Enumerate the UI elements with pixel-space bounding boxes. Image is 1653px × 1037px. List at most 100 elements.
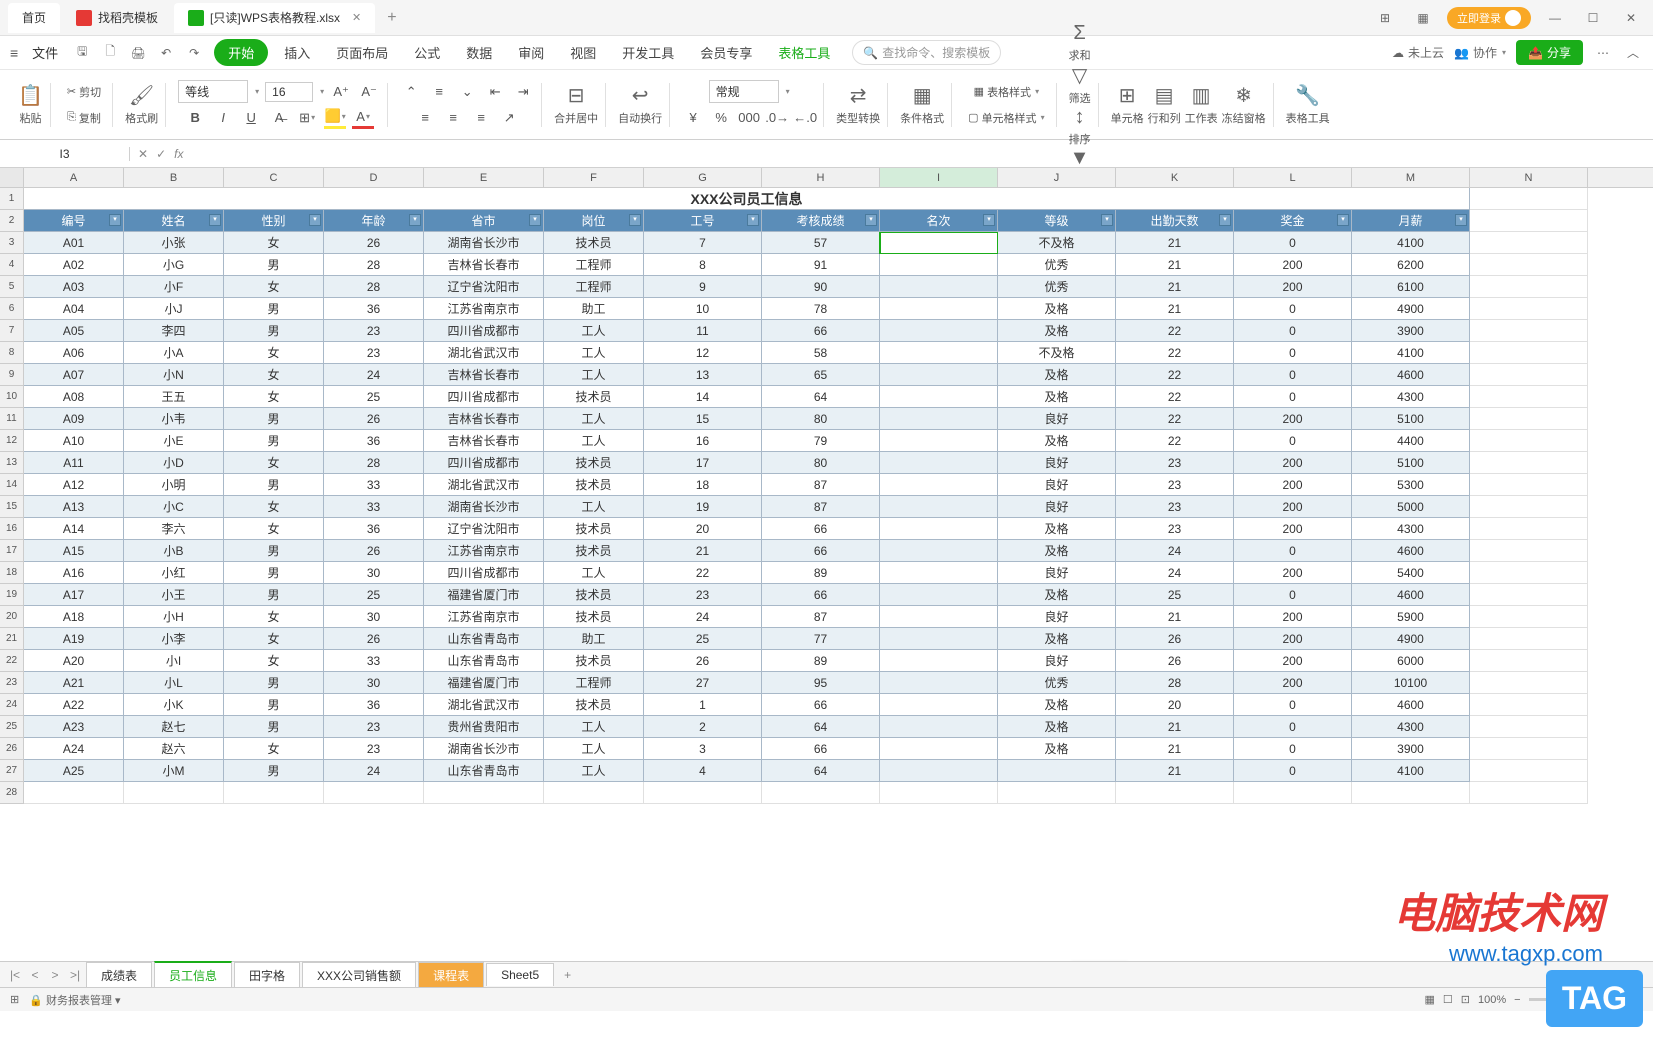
file-menu[interactable]: 文件: [26, 39, 64, 66]
cell[interactable]: [424, 782, 544, 804]
data-cell[interactable]: 0: [1234, 584, 1352, 606]
sheet-nav-next[interactable]: >: [46, 968, 64, 982]
data-cell[interactable]: [880, 452, 998, 474]
row-header[interactable]: 10: [0, 386, 24, 408]
copy-button[interactable]: ⎘复制: [63, 108, 105, 128]
cell[interactable]: [224, 782, 324, 804]
data-cell[interactable]: 3900: [1352, 320, 1470, 342]
data-cell[interactable]: A18: [24, 606, 124, 628]
data-cell[interactable]: 26: [324, 408, 424, 430]
data-cell[interactable]: [880, 474, 998, 496]
align-center-button[interactable]: ≡: [442, 107, 464, 129]
data-cell[interactable]: 江苏省南京市: [424, 540, 544, 562]
table-header[interactable]: 奖金▾: [1234, 210, 1352, 232]
data-cell[interactable]: 5100: [1352, 452, 1470, 474]
data-cell[interactable]: A25: [24, 760, 124, 782]
filter-dropdown[interactable]: ▾: [1455, 214, 1467, 226]
row-header[interactable]: 21: [0, 628, 24, 650]
data-cell[interactable]: 80: [762, 452, 880, 474]
data-cell[interactable]: A01: [24, 232, 124, 254]
tab-home[interactable]: 首页: [8, 3, 60, 33]
cell[interactable]: [124, 782, 224, 804]
data-cell[interactable]: 工程师: [544, 672, 644, 694]
data-cell[interactable]: 3: [644, 738, 762, 760]
table-title[interactable]: XXX公司员工信息: [24, 188, 1470, 210]
data-cell[interactable]: 23: [324, 342, 424, 364]
data-cell[interactable]: 小K: [124, 694, 224, 716]
data-cell[interactable]: 湖北省武汉市: [424, 342, 544, 364]
data-cell[interactable]: 200: [1234, 276, 1352, 298]
data-cell[interactable]: 26: [324, 628, 424, 650]
table-header[interactable]: 编号▾: [24, 210, 124, 232]
data-cell[interactable]: 21: [1116, 760, 1234, 782]
task-pane[interactable]: 🔒 财务报表管理 ▾: [29, 992, 120, 1008]
data-cell[interactable]: 14: [644, 386, 762, 408]
zoom-level[interactable]: 100%: [1478, 994, 1506, 1006]
data-cell[interactable]: 24: [1116, 562, 1234, 584]
data-cell[interactable]: 200: [1234, 254, 1352, 276]
data-cell[interactable]: 36: [324, 430, 424, 452]
col-header[interactable]: E: [424, 168, 544, 187]
table-header[interactable]: 年龄▾: [324, 210, 424, 232]
menu-tab-start[interactable]: 开始: [214, 39, 268, 66]
cell[interactable]: [1470, 188, 1588, 210]
data-cell[interactable]: 91: [762, 254, 880, 276]
grid-icon[interactable]: ⊞: [1371, 4, 1399, 32]
data-cell[interactable]: [880, 364, 998, 386]
data-cell[interactable]: 26: [324, 232, 424, 254]
data-cell[interactable]: 89: [762, 650, 880, 672]
cell[interactable]: [1470, 518, 1588, 540]
table-style-button[interactable]: ▦表格样式▾: [970, 82, 1043, 102]
data-cell[interactable]: 21: [1116, 232, 1234, 254]
data-cell[interactable]: 女: [224, 738, 324, 760]
tab-template[interactable]: 找稻壳模板: [62, 3, 172, 33]
filter-dropdown[interactable]: ▾: [1337, 214, 1349, 226]
cell-button[interactable]: ⊞单元格: [1111, 83, 1144, 126]
data-cell[interactable]: 66: [762, 694, 880, 716]
data-cell[interactable]: 13: [644, 364, 762, 386]
data-cell[interactable]: A16: [24, 562, 124, 584]
cell[interactable]: [1470, 496, 1588, 518]
col-header[interactable]: M: [1352, 168, 1470, 187]
data-cell[interactable]: 4100: [1352, 760, 1470, 782]
data-cell[interactable]: 22: [1116, 364, 1234, 386]
data-cell[interactable]: A20: [24, 650, 124, 672]
data-cell[interactable]: 女: [224, 386, 324, 408]
data-cell[interactable]: 0: [1234, 342, 1352, 364]
data-cell[interactable]: 工程师: [544, 276, 644, 298]
data-cell[interactable]: 女: [224, 628, 324, 650]
data-cell[interactable]: 4600: [1352, 364, 1470, 386]
number-format-select[interactable]: 常规: [709, 80, 779, 103]
data-cell[interactable]: 21: [1116, 298, 1234, 320]
data-cell[interactable]: 王五: [124, 386, 224, 408]
row-header[interactable]: 24: [0, 694, 24, 716]
cell[interactable]: [1470, 386, 1588, 408]
data-cell[interactable]: 64: [762, 386, 880, 408]
minimize-button[interactable]: —: [1541, 4, 1569, 32]
data-cell[interactable]: [880, 276, 998, 298]
data-cell[interactable]: A19: [24, 628, 124, 650]
cloud-status[interactable]: ☁未上云: [1392, 44, 1444, 61]
row-header[interactable]: 9: [0, 364, 24, 386]
data-cell[interactable]: A17: [24, 584, 124, 606]
data-cell[interactable]: 及格: [998, 320, 1116, 342]
data-cell[interactable]: 0: [1234, 430, 1352, 452]
data-cell[interactable]: 10100: [1352, 672, 1470, 694]
data-cell[interactable]: 200: [1234, 650, 1352, 672]
table-header[interactable]: 性别▾: [224, 210, 324, 232]
cell[interactable]: [1352, 782, 1470, 804]
data-cell[interactable]: 200: [1234, 562, 1352, 584]
cell[interactable]: [1470, 430, 1588, 452]
data-cell[interactable]: 及格: [998, 540, 1116, 562]
data-cell[interactable]: [880, 584, 998, 606]
thousands-button[interactable]: 000: [738, 107, 760, 129]
data-cell[interactable]: 24: [1116, 540, 1234, 562]
data-cell[interactable]: 贵州省贵阳市: [424, 716, 544, 738]
data-cell[interactable]: 18: [644, 474, 762, 496]
data-cell[interactable]: 23: [644, 584, 762, 606]
data-cell[interactable]: 李四: [124, 320, 224, 342]
data-cell[interactable]: 辽宁省沈阳市: [424, 276, 544, 298]
more-icon[interactable]: ⋯: [1593, 43, 1613, 63]
table-tools-button[interactable]: 🔧表格工具: [1286, 83, 1330, 126]
view-page-icon[interactable]: ☐: [1443, 993, 1453, 1006]
